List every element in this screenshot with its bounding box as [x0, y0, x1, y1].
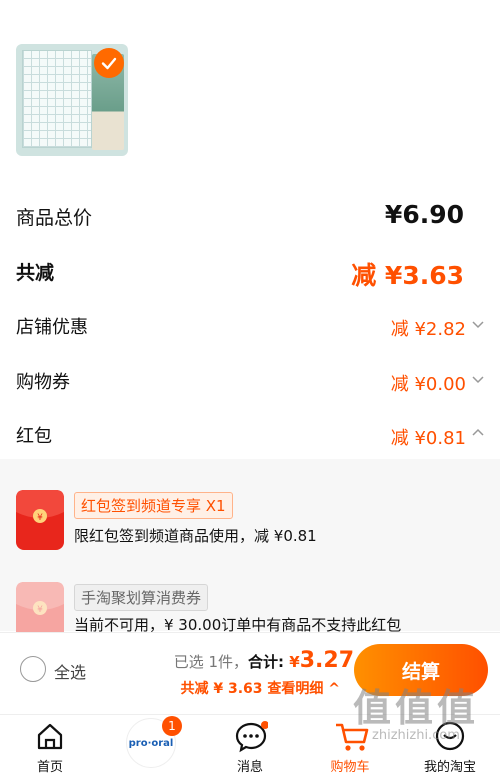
tab-cart-label: 购物车 [330, 760, 370, 775]
redpacket-tag-disabled: 手淘聚划算消费券 [74, 584, 209, 611]
checkout-total-line: 已选 1件，合计: ¥3.27 [174, 648, 354, 673]
total-price-label: 商品总价 [16, 207, 93, 229]
saved-label: 共减 [16, 262, 55, 284]
shop-discount-value[interactable]: 减 ¥2.82 [391, 315, 466, 341]
selected-check-icon[interactable] [94, 48, 124, 78]
home-icon [37, 723, 63, 750]
selected-count: 已选 1件， [173, 653, 249, 671]
tab-profile-label: 我的淘宝 [423, 760, 476, 775]
saved-summary: 共减 ¥ 3.63 [180, 681, 263, 697]
chevron-up-icon[interactable] [470, 424, 486, 440]
coupon-label: 购物券 [16, 372, 70, 393]
product-image-sheet [22, 50, 92, 148]
total-currency: ¥ [289, 653, 300, 671]
select-all-label[interactable]: 全选 [54, 659, 86, 683]
tab-profile[interactable]: 我的淘宝 [400, 718, 500, 775]
tab-home[interactable]: 首页 [0, 718, 100, 775]
product-thumbnail[interactable] [16, 44, 128, 156]
redpacket-desc: 限红包签到频道商品使用，减 ¥0.81 [74, 527, 317, 545]
total-price-value: ¥6.90 [384, 200, 464, 229]
tab-promo[interactable]: pro·oral 1 [100, 716, 200, 773]
checkout-button[interactable]: 结算 [354, 644, 488, 696]
redpacket-label: 红包 [16, 426, 52, 447]
view-detail-link[interactable]: 查看明细 ^ [267, 681, 340, 697]
shop-discount-label: 店铺优惠 [16, 317, 88, 338]
tab-home-label: 首页 [36, 760, 63, 775]
svg-text:¥: ¥ [37, 605, 43, 615]
notification-badge: 1 [162, 716, 182, 736]
select-all-checkbox[interactable] [20, 656, 46, 682]
checkout-saved-line[interactable]: 共减 ¥ 3.63 查看明细 ^ [180, 678, 340, 698]
svg-text:¥: ¥ [37, 513, 43, 523]
chevron-down-icon[interactable] [470, 372, 486, 388]
cart-icon [336, 723, 369, 751]
redpacket-desc-disabled: 当前不可用，¥ 30.00订单中有商品不支持此红包 [74, 616, 402, 632]
tab-messages-label: 消息 [236, 760, 263, 775]
total-amount: 3.27 [299, 648, 354, 673]
redpacket-value[interactable]: 减 ¥0.81 [391, 424, 466, 450]
chevron-down-icon[interactable] [470, 317, 486, 333]
tab-cart[interactable]: 购物车 [300, 718, 400, 775]
red-packet-icon: ¥ [16, 490, 64, 550]
total-prefix: 合计: [248, 653, 290, 671]
tab-messages[interactable]: 消息 [200, 718, 300, 775]
redpacket-tag: 红包签到频道专享 X1 [74, 492, 233, 519]
profile-icon [435, 721, 465, 751]
message-icon [235, 721, 268, 753]
coupon-value[interactable]: 减 ¥0.00 [391, 370, 466, 396]
saved-value: 减 ¥3.63 [351, 261, 464, 290]
